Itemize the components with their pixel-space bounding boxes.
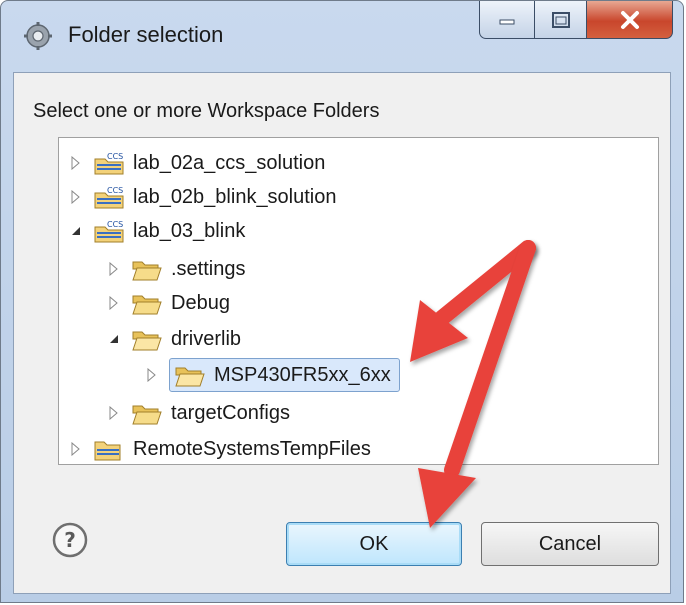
expand-arrow-icon[interactable] <box>67 154 85 172</box>
folder-icon <box>132 295 162 315</box>
project-icon <box>94 441 121 461</box>
folder-tree[interactable]: CCS lab_02a_ccs_solution CCS lab_02b_bli… <box>58 137 659 465</box>
minimize-button[interactable] <box>479 1 535 39</box>
tree-item-lab-02b[interactable]: CCS lab_02b_blink_solution <box>67 180 337 214</box>
collapse-arrow-icon[interactable] <box>105 330 123 348</box>
tree-item-remotesystems[interactable]: RemoteSystemsTempFiles <box>67 432 371 466</box>
tree-item-label: lab_02b_blink_solution <box>133 185 337 208</box>
cancel-button[interactable]: Cancel <box>481 522 659 566</box>
folder-icon <box>132 331 162 351</box>
maximize-button[interactable] <box>535 1 587 39</box>
close-icon <box>620 10 639 29</box>
tree-item-label: Debug <box>171 291 230 314</box>
ok-button[interactable]: OK <box>286 522 462 566</box>
tree-item-label: lab_02a_ccs_solution <box>133 151 326 174</box>
tree-item-label: targetConfigs <box>171 401 290 424</box>
svg-text:?: ? <box>64 528 76 552</box>
folder-icon <box>132 261 162 281</box>
ccs-project-icon: CCS <box>94 220 124 243</box>
maximize-icon <box>551 11 570 28</box>
ccs-project-icon: CCS <box>94 186 124 209</box>
expand-arrow-icon[interactable] <box>105 404 123 422</box>
tree-item-msp430fr5xx[interactable]: MSP430FR5xx_6xx <box>143 358 400 392</box>
tree-item-driverlib[interactable]: driverlib <box>105 322 241 356</box>
tree-item-settings[interactable]: .settings <box>105 252 245 286</box>
collapse-arrow-icon[interactable] <box>67 222 85 240</box>
close-button[interactable] <box>587 1 673 39</box>
title-bar[interactable]: Folder selection <box>1 1 683 76</box>
tree-item-label: RemoteSystemsTempFiles <box>133 437 371 460</box>
ccs-project-icon: CCS <box>94 152 124 175</box>
expand-arrow-icon[interactable] <box>105 294 123 312</box>
svg-text:CCS: CCS <box>107 152 123 161</box>
eclipse-gear-icon <box>24 22 52 50</box>
dialog-prompt: Select one or more Workspace Folders <box>33 100 380 122</box>
expand-arrow-icon[interactable] <box>105 260 123 278</box>
tree-item-label: driverlib <box>171 327 242 350</box>
tree-item-label: MSP430FR5xx_6xx <box>214 363 391 386</box>
tree-item-lab-02a[interactable]: CCS lab_02a_ccs_solution <box>67 146 325 180</box>
tree-item-label: .settings <box>171 257 246 280</box>
svg-text:CCS: CCS <box>107 186 123 195</box>
minimize-icon <box>499 19 515 24</box>
tree-item-label: lab_03_blink <box>133 219 246 242</box>
expand-arrow-icon[interactable] <box>67 440 85 458</box>
expand-arrow-icon[interactable] <box>67 188 85 206</box>
folder-icon <box>132 405 162 425</box>
svg-text:CCS: CCS <box>107 220 123 229</box>
tree-item-targetconfigs[interactable]: targetConfigs <box>105 396 290 430</box>
caption-buttons <box>479 1 673 45</box>
tree-item-lab-03[interactable]: CCS lab_03_blink <box>67 214 245 248</box>
folder-icon <box>175 367 205 387</box>
selected-item-highlight[interactable]: MSP430FR5xx_6xx <box>169 358 400 392</box>
expand-arrow-icon[interactable] <box>143 366 161 384</box>
window-title: Folder selection <box>68 22 224 47</box>
tree-item-debug[interactable]: Debug <box>105 286 230 320</box>
help-icon[interactable]: ? <box>52 522 88 558</box>
